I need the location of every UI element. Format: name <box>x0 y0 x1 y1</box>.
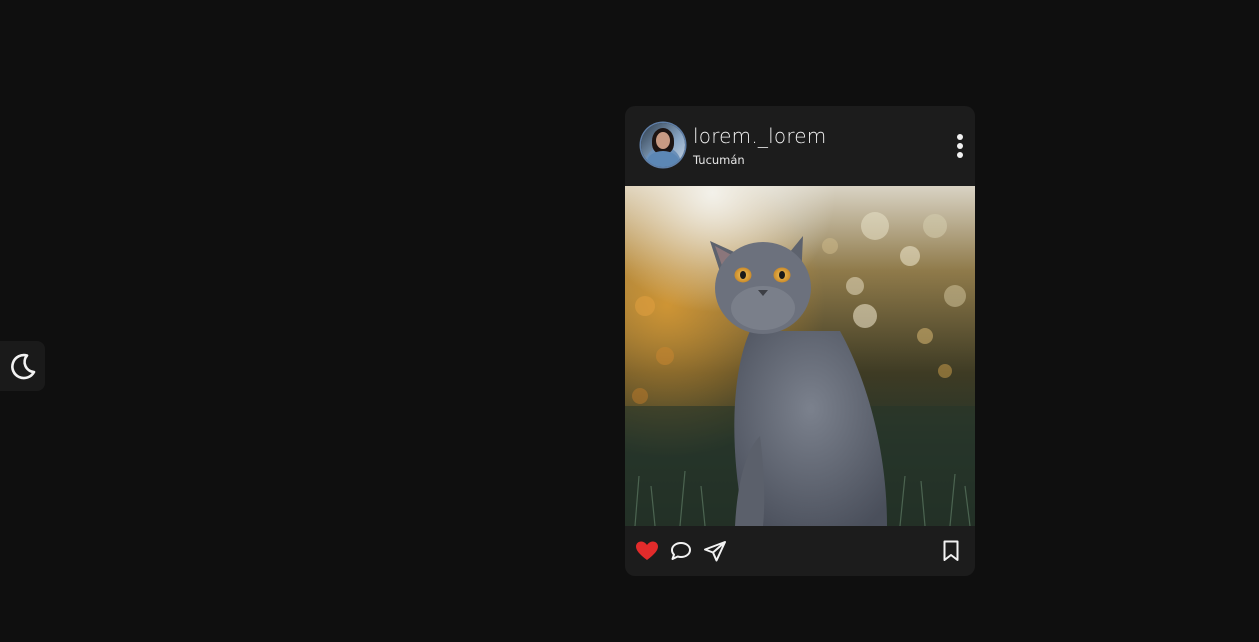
more-vertical-icon <box>957 134 963 158</box>
location-label[interactable]: Tucumán <box>693 153 745 167</box>
post-card: lorem._lorem Tucumán <box>625 106 975 576</box>
bookmark-icon <box>943 540 959 561</box>
username[interactable]: lorem._lorem <box>693 124 826 148</box>
more-options-button[interactable] <box>953 134 967 158</box>
post-header: lorem._lorem Tucumán <box>625 106 975 186</box>
heart-icon <box>636 541 658 560</box>
like-button[interactable] <box>635 539 659 563</box>
moon-icon <box>10 353 35 380</box>
avatar[interactable] <box>641 123 685 167</box>
share-button[interactable] <box>703 539 727 563</box>
post-actions <box>625 526 975 576</box>
post-image[interactable] <box>625 186 975 526</box>
comment-button[interactable] <box>669 539 693 563</box>
comment-icon <box>671 542 691 560</box>
send-icon <box>704 541 726 562</box>
save-button[interactable] <box>939 539 963 563</box>
theme-toggle-button[interactable] <box>0 341 45 391</box>
